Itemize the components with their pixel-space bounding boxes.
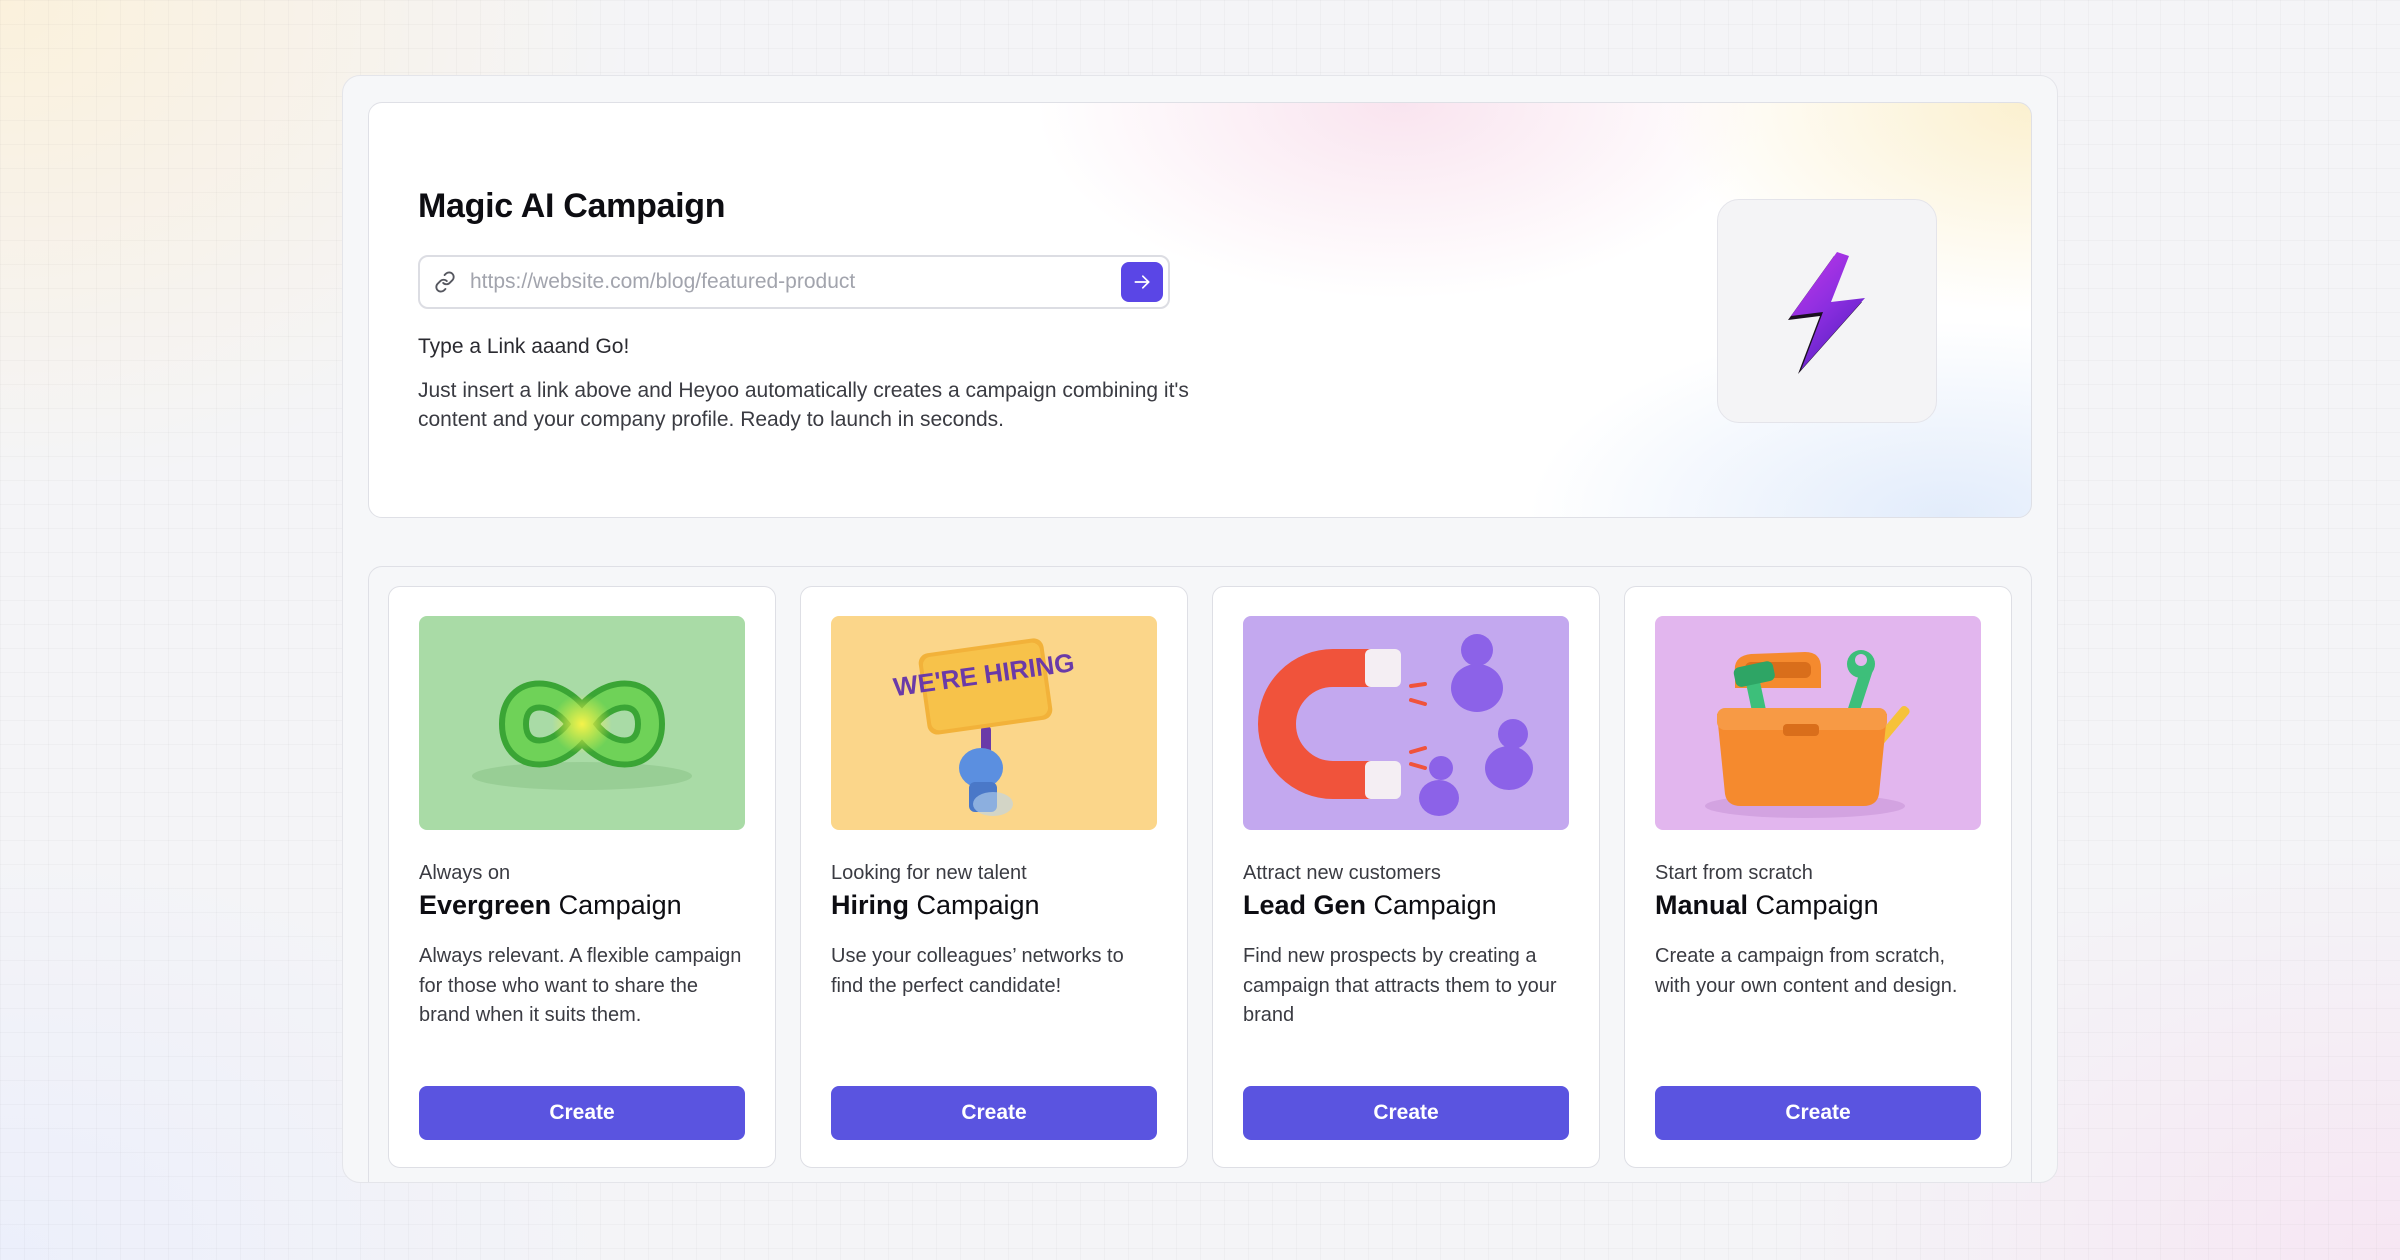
- card-title: Evergreen Campaign: [419, 890, 682, 920]
- link-input-field: [418, 255, 1170, 309]
- card-kicker: Looking for new talent: [831, 862, 1027, 884]
- card-description: Create a campaign from scratch, with you…: [1655, 945, 1958, 997]
- card-title: Hiring Campaign: [831, 890, 1040, 920]
- link-icon: [420, 271, 470, 293]
- campaign-card-lead-gen: Attract new customers Lead Gen Campaign …: [1212, 586, 1600, 1168]
- lightning-badge: [1717, 199, 1937, 423]
- magic-ai-campaign-section: Magic AI Campaign Type a Link aaand Go! …: [368, 102, 2032, 518]
- card-description: Always relevant. A flexible campaign for…: [419, 945, 742, 1026]
- hiring-sign-illustration: WE'RE HIRING: [831, 616, 1157, 830]
- create-hiring-button[interactable]: Create: [831, 1086, 1157, 1140]
- link-input[interactable]: [470, 270, 1121, 294]
- toolbox-illustration: [1655, 616, 1981, 830]
- card-kicker: Attract new customers: [1243, 862, 1441, 884]
- card-description: Find new prospects by creating a campaig…: [1243, 945, 1557, 1026]
- infinity-illustration: [419, 616, 745, 830]
- hero-description: Just insert a link above and Heyoo autom…: [418, 379, 1189, 431]
- go-button[interactable]: [1121, 262, 1163, 302]
- create-evergreen-button[interactable]: Create: [419, 1086, 745, 1140]
- card-title: Lead Gen Campaign: [1243, 890, 1497, 920]
- page-title: Magic AI Campaign: [418, 187, 726, 225]
- hero-tagline: Type a Link aaand Go!: [418, 335, 630, 358]
- campaign-card-hiring: WE'RE HIRING Looking for new talent Hiri…: [800, 586, 1188, 1168]
- campaign-card-manual: Start from scratch Manual Campaign Creat…: [1624, 586, 2012, 1168]
- campaign-card-evergreen: Always on Evergreen Campaign Always rele…: [388, 586, 776, 1168]
- card-kicker: Always on: [419, 862, 511, 884]
- card-title: Manual Campaign: [1655, 890, 1879, 920]
- create-lead-gen-button[interactable]: Create: [1243, 1086, 1569, 1140]
- card-description: Use your colleagues’ networks to find th…: [831, 945, 1124, 997]
- campaign-chooser-panel: Magic AI Campaign Type a Link aaand Go! …: [342, 75, 2058, 1183]
- magnet-people-illustration: [1243, 616, 1569, 830]
- arrow-right-icon: [1134, 275, 1150, 289]
- campaign-templates: Always on Evergreen Campaign Always rele…: [368, 566, 2032, 1182]
- card-kicker: Start from scratch: [1655, 862, 1813, 884]
- create-manual-button[interactable]: Create: [1655, 1086, 1981, 1140]
- lightning-bolt-icon: [1788, 252, 1865, 374]
